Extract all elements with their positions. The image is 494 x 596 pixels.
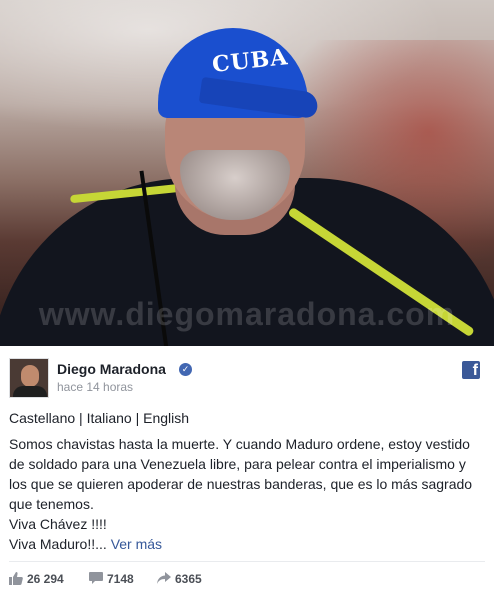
watermark: www.diegomaradona.com (38, 296, 456, 332)
likes-count[interactable]: 26 294 (9, 572, 64, 586)
share-arrow-icon (157, 572, 171, 584)
thumbs-up-icon (9, 572, 23, 585)
comment-bubble-icon (89, 572, 103, 584)
verified-check-icon: ✓ (179, 363, 192, 376)
divider (9, 561, 485, 562)
post-line: Viva Chávez !!!! (9, 516, 107, 532)
post-card: Diego Maradona ✓ hace 14 horas f Castell… (0, 346, 494, 596)
see-more-link[interactable]: Ver más (111, 536, 162, 552)
avatar[interactable] (9, 358, 49, 398)
shares-count[interactable]: 6365 (157, 572, 202, 586)
facebook-logo-icon[interactable]: f (462, 361, 480, 379)
post-paragraph: Somos chavistas hasta la muerte. Y cuand… (9, 436, 473, 512)
comments-count[interactable]: 7148 (89, 572, 134, 586)
post-photo[interactable]: CUBA www.diegomaradona.com (0, 0, 494, 346)
post-line: Viva Maduro!!... Ver más (9, 536, 163, 552)
post-timestamp[interactable]: hace 14 horas (57, 380, 133, 394)
post-text: Somos chavistas hasta la muerte. Y cuand… (9, 434, 485, 554)
author-name[interactable]: Diego Maradona (57, 361, 166, 377)
language-selector[interactable]: Castellano | Italiano | English (9, 410, 189, 426)
